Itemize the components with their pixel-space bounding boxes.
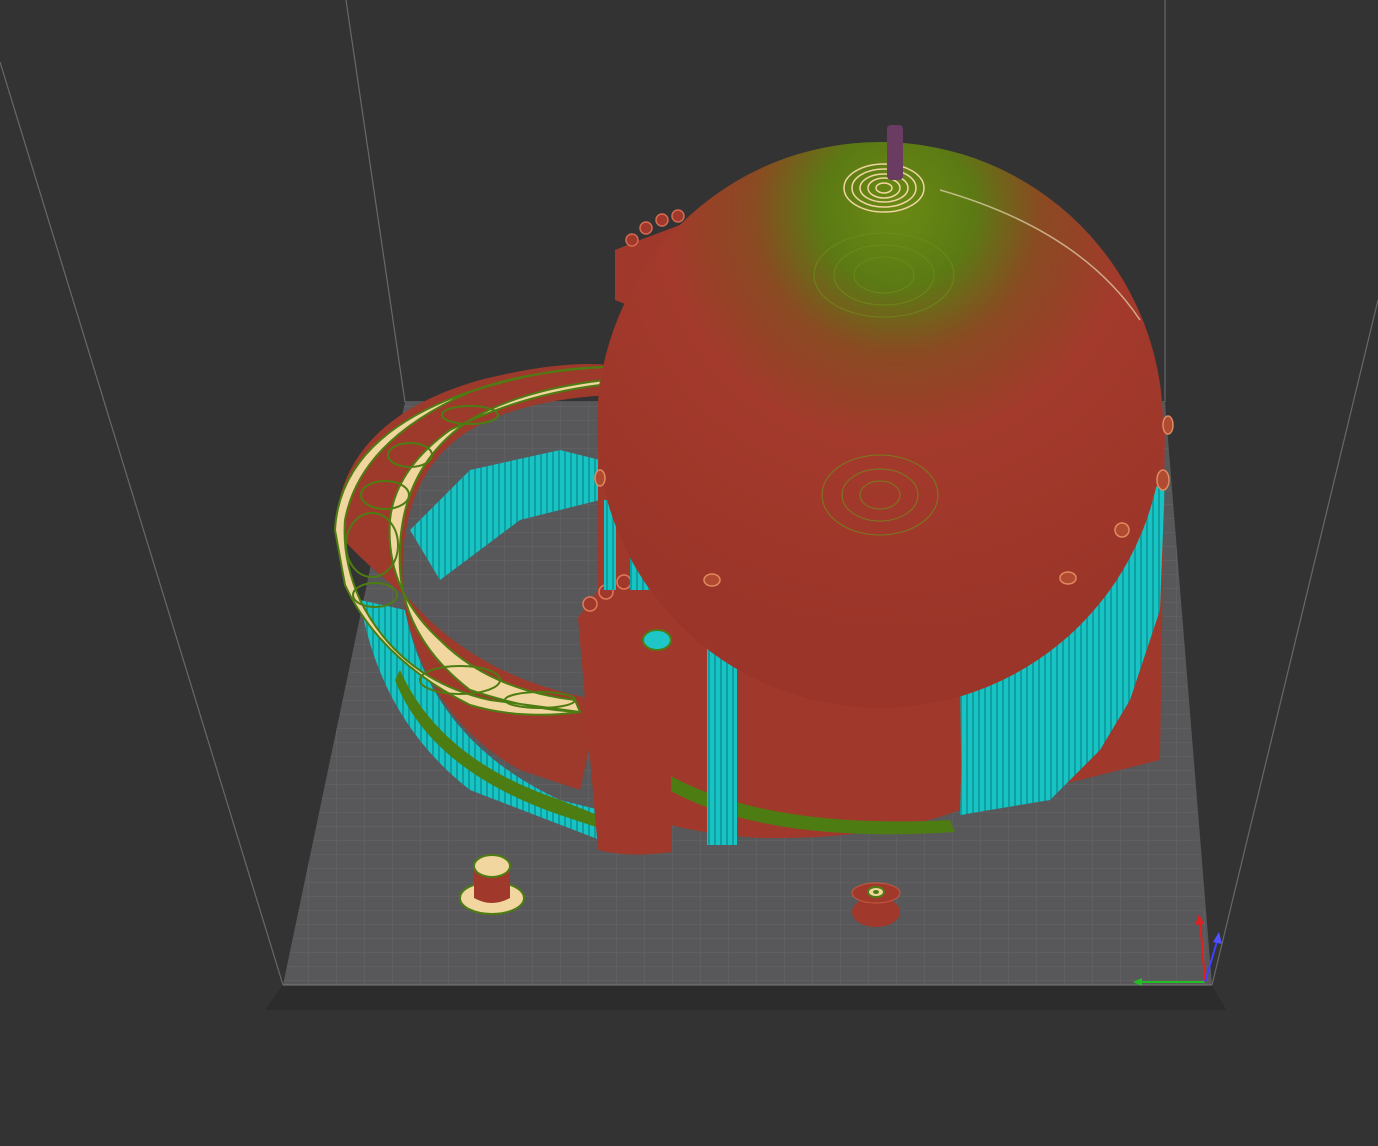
wipe-tower <box>887 125 903 180</box>
dome-sphere <box>597 142 1163 708</box>
dome-model[interactable] <box>578 125 1174 855</box>
3d-viewport[interactable] <box>0 0 1378 1146</box>
small-disc-part[interactable] <box>851 882 901 927</box>
front-gear-hole <box>642 629 672 651</box>
scene-canvas[interactable] <box>0 0 1378 1146</box>
